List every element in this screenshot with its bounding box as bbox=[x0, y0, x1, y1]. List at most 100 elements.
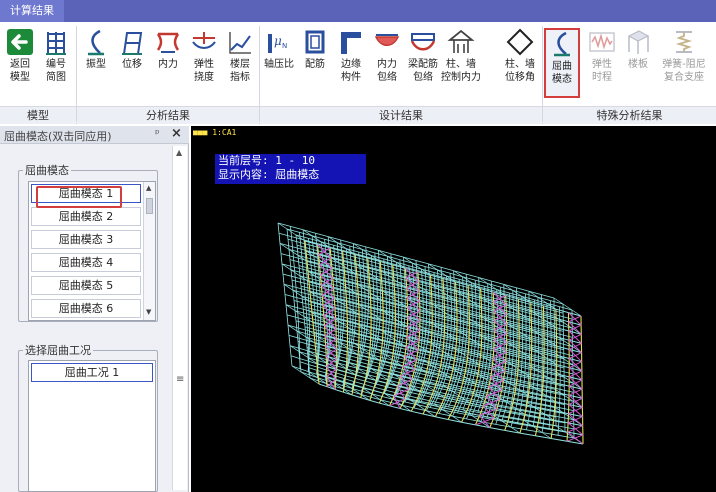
frame-front-beam bbox=[519, 432, 536, 437]
scroll-up-arrow-icon[interactable]: ▲ bbox=[146, 184, 151, 192]
number-diagram-button[interactable]: 编号 简图 bbox=[38, 28, 74, 94]
frame-front-beam bbox=[318, 383, 328, 388]
frame-front-beam bbox=[369, 399, 380, 404]
force-envelope-button[interactable]: 内力 包络 bbox=[369, 28, 405, 94]
frame-back-beam bbox=[384, 389, 396, 394]
reinforcement-label: 配筋 bbox=[305, 59, 325, 70]
frame-back-column bbox=[401, 395, 408, 406]
close-icon[interactable]: × bbox=[171, 126, 182, 141]
frame-front-column bbox=[334, 379, 337, 390]
spring-damper-support-button[interactable]: 弹簧-阻尼 复合支座 bbox=[654, 28, 714, 94]
panel-scrollbar[interactable]: ▲ ≡ bbox=[172, 146, 187, 490]
frame-back-beam bbox=[365, 380, 377, 385]
frame-back-column bbox=[341, 329, 344, 340]
frame-front-column bbox=[554, 392, 557, 402]
axial-ratio-button[interactable]: μ N 轴压比 bbox=[261, 28, 297, 94]
tab-calc-results[interactable]: 计算结果 bbox=[0, 0, 64, 22]
reinforcement-button[interactable]: 配筋 bbox=[297, 28, 333, 94]
frame-front-column bbox=[329, 247, 332, 258]
frame-front-column bbox=[324, 335, 327, 347]
frame-back-column bbox=[359, 271, 362, 283]
pin-icon[interactable]: ᵖ bbox=[155, 127, 160, 140]
frame-back-column bbox=[305, 337, 308, 348]
elastic-deflection-button[interactable]: 弹性 挠度 bbox=[186, 28, 222, 94]
floor-slab-button[interactable]: 楼板 bbox=[620, 28, 656, 94]
mode-list-scrollbar[interactable]: ▲ ▼ bbox=[143, 182, 155, 320]
model-viewport[interactable]: ■■■ 1:CA1 当前层号: 1 - 10 显示内容: 屈曲模态 bbox=[191, 126, 716, 492]
beam-rebar-envelope-button[interactable]: 梁配筋 包络 bbox=[405, 28, 441, 94]
list-item-mode-4[interactable]: 屈曲模态 4 bbox=[31, 253, 141, 272]
list-item-mode-2[interactable]: 屈曲模态 2 bbox=[31, 207, 141, 226]
frame-back-beam bbox=[399, 259, 413, 264]
frame-back-beam bbox=[300, 285, 314, 290]
list-item-case-1[interactable]: 屈曲工况 1 bbox=[31, 363, 153, 382]
list-item-mode-5[interactable]: 屈曲模态 5 bbox=[31, 276, 141, 295]
frame-back-beam bbox=[475, 279, 488, 284]
column-wall-force-button[interactable]: 柱、墙 控制内力 bbox=[441, 28, 481, 94]
frame-front-column bbox=[379, 350, 383, 361]
frame-bracing bbox=[567, 425, 583, 433]
edge-member-button[interactable]: 边缘 构件 bbox=[333, 28, 369, 94]
elastic-time-history-button[interactable]: 弹性 时程 bbox=[584, 28, 620, 94]
mode-shape-icon bbox=[88, 29, 104, 56]
ribbon-tab-bar: 计算结果 bbox=[0, 0, 716, 22]
column-wall-drift-button[interactable]: 柱、墙 位移角 bbox=[499, 28, 541, 94]
frame-back-column bbox=[352, 243, 355, 254]
frame-back-column bbox=[363, 269, 365, 280]
frame-back-column bbox=[531, 392, 534, 403]
frame-back-beam bbox=[340, 239, 354, 244]
frame-front-column bbox=[404, 268, 407, 279]
panel-scroll-grip-icon[interactable]: ≡ bbox=[176, 374, 184, 385]
frame-back-column bbox=[321, 251, 324, 263]
frame-front-column bbox=[344, 371, 347, 383]
frame-back-beam bbox=[397, 330, 411, 335]
frame-back-column bbox=[431, 349, 434, 360]
frame-front-beam bbox=[345, 371, 356, 376]
frame-back-beam bbox=[559, 407, 574, 411]
frame-front-column bbox=[312, 322, 315, 333]
frame-front-beam bbox=[351, 394, 361, 399]
frame-back-column bbox=[320, 241, 323, 252]
frame-back-column bbox=[377, 328, 380, 339]
frame-back-column bbox=[425, 276, 427, 286]
frame-front-column bbox=[505, 352, 507, 362]
frame-back-column bbox=[287, 239, 290, 250]
internal-force-label: 内力 bbox=[158, 59, 178, 70]
frame-front-column bbox=[551, 420, 555, 430]
frame-back-column bbox=[371, 265, 374, 276]
back-to-model-button[interactable]: 返回 模型 bbox=[2, 28, 38, 94]
frame-back-beam bbox=[349, 355, 361, 359]
scroll-thumb[interactable] bbox=[146, 198, 153, 214]
group-label-design: 设计结果 bbox=[260, 106, 542, 124]
displacement-frame-icon bbox=[122, 32, 143, 55]
panel-scroll-up-icon[interactable]: ▲ bbox=[176, 148, 182, 157]
frame-front-column bbox=[392, 274, 395, 285]
frame-back-column bbox=[319, 333, 321, 345]
column-wall-force-label: 柱、墙 控制内力 bbox=[441, 59, 481, 83]
scroll-down-arrow-icon[interactable]: ▼ bbox=[146, 308, 151, 316]
internal-force-button[interactable]: 内力 bbox=[150, 28, 186, 94]
frame-back-column bbox=[383, 258, 385, 269]
frame-back-column bbox=[387, 256, 389, 267]
frame-back-column bbox=[386, 334, 389, 345]
frame-front-column bbox=[418, 330, 421, 341]
buckling-mode-button[interactable]: 屈曲 模态 bbox=[544, 28, 580, 98]
frame-back-column bbox=[290, 269, 293, 281]
frame-back-column bbox=[315, 319, 317, 330]
frame-back-beam bbox=[541, 294, 555, 299]
frame-back-beam bbox=[337, 242, 350, 247]
list-item-mode-6[interactable]: 屈曲模态 6 bbox=[31, 299, 141, 318]
frame-front-beam bbox=[489, 427, 505, 431]
frame-back-column bbox=[441, 362, 445, 373]
frame-back-column bbox=[315, 276, 317, 287]
frame-back-beam bbox=[286, 228, 300, 233]
frame-back-column bbox=[297, 255, 300, 266]
story-index-button[interactable]: 楼层 指标 bbox=[222, 28, 258, 94]
mode-shape-button[interactable]: 振型 bbox=[78, 28, 114, 94]
displacement-button[interactable]: 位移 bbox=[114, 28, 150, 94]
buckling-case-list[interactable]: 屈曲工况 1 bbox=[28, 360, 156, 492]
frame-back-beam bbox=[287, 238, 301, 243]
list-item-mode-3[interactable]: 屈曲模态 3 bbox=[31, 230, 141, 249]
elastic-time-history-label: 弹性 时程 bbox=[592, 59, 612, 83]
frame-front-beam bbox=[551, 438, 568, 442]
